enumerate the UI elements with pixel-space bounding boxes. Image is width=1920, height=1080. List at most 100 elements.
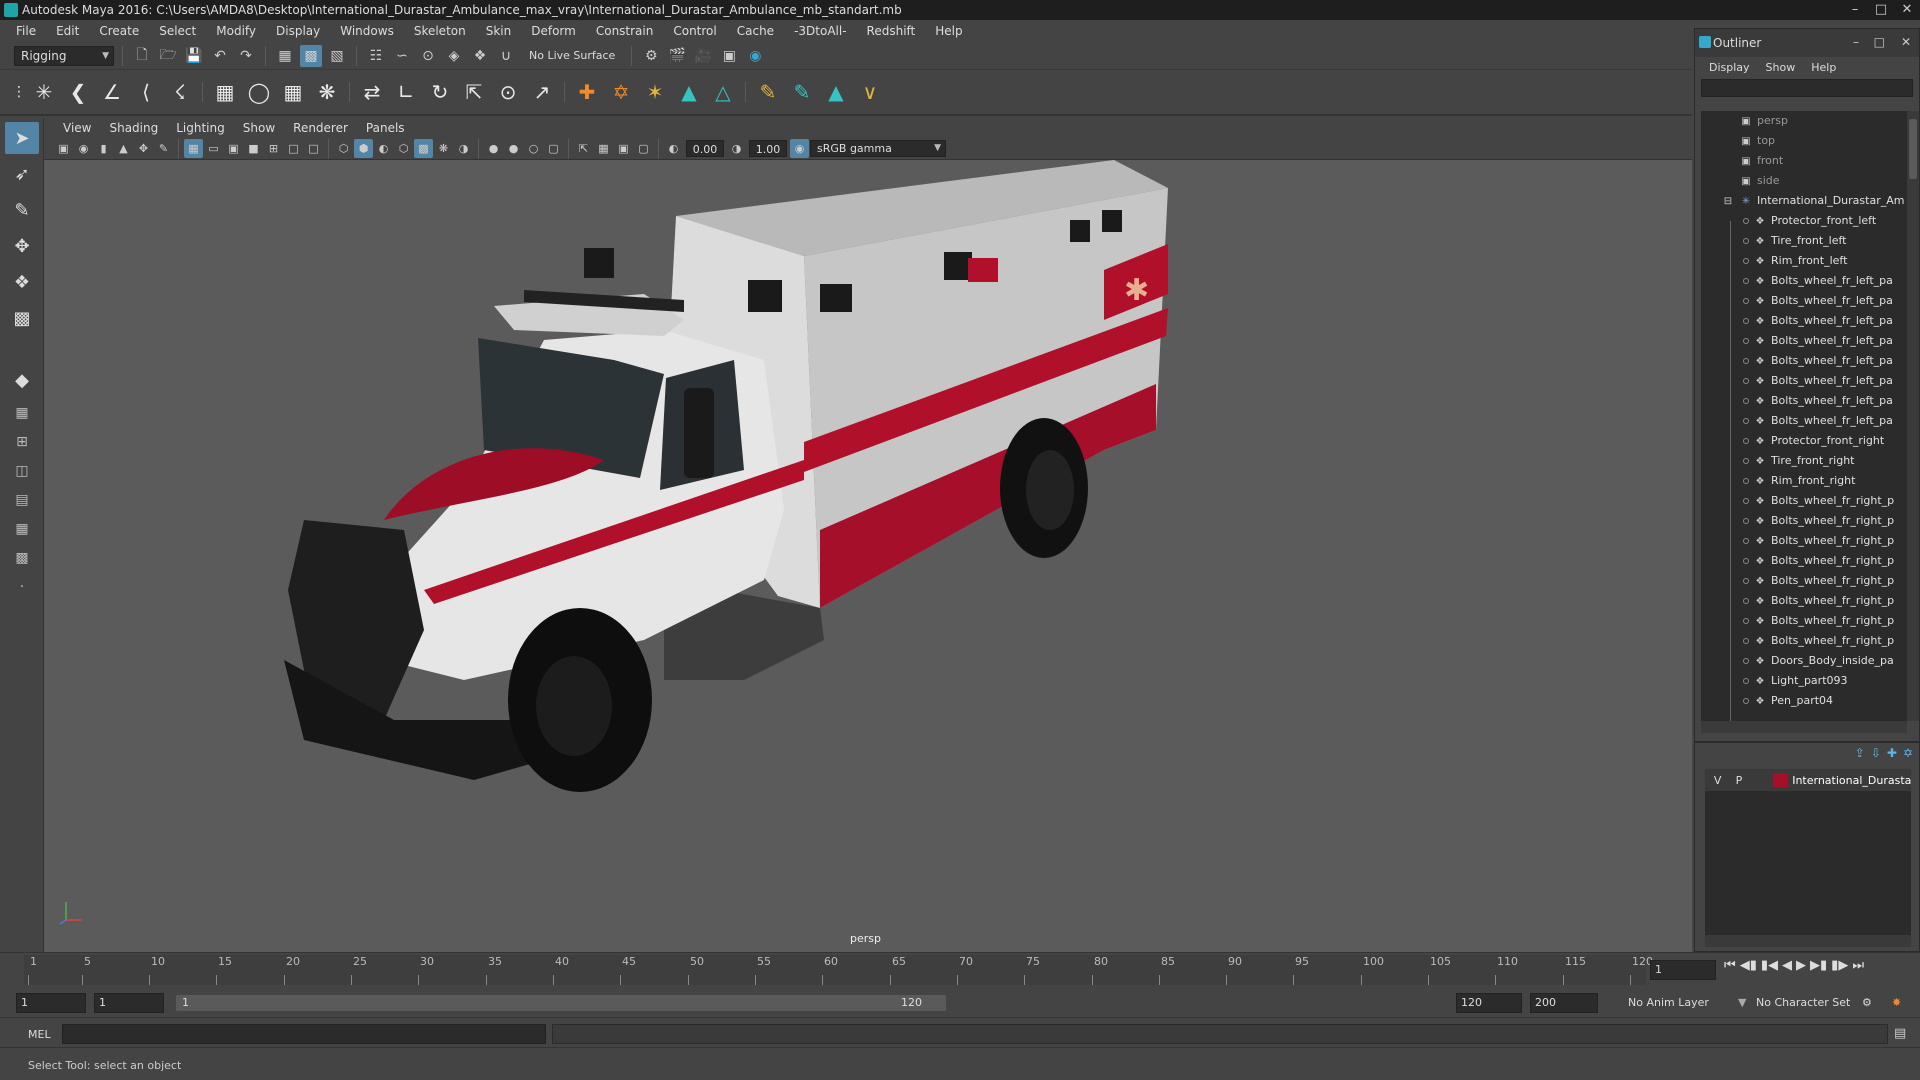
outliner-item[interactable]: ❖ Bolts_wheel_fr_right_p xyxy=(1701,571,1907,591)
select-component-icon[interactable]: ▧ xyxy=(326,45,348,67)
outliner-item[interactable]: ❖ Bolts_wheel_fr_left_pa xyxy=(1701,331,1907,351)
minimize-icon[interactable]: – xyxy=(1853,35,1859,49)
ik-spline-icon[interactable]: ∠ xyxy=(96,75,128,109)
menu-select[interactable]: Select xyxy=(149,24,206,38)
snap-grid-icon[interactable]: ☷ xyxy=(365,45,387,67)
viewport-menu-renderer[interactable]: Renderer xyxy=(284,121,357,135)
camera-select-icon[interactable]: ▣ xyxy=(54,139,73,158)
joint-locator-icon[interactable]: ✡ xyxy=(605,75,637,109)
playback-end-field[interactable]: 120 xyxy=(1456,993,1522,1013)
current-frame-field[interactable]: 1 xyxy=(1650,960,1716,980)
menu-deform[interactable]: Deform xyxy=(521,24,586,38)
render-settings-icon[interactable]: ⚙ xyxy=(640,45,662,67)
maximize-button[interactable]: □ xyxy=(1868,0,1894,20)
rotate-tool-icon[interactable]: ❖ xyxy=(5,266,39,298)
new-layer-icon[interactable]: ✚ xyxy=(1887,746,1897,760)
graph-layout-icon[interactable]: ▦ xyxy=(5,516,39,542)
outliner-layout-icon[interactable]: ▤ xyxy=(5,487,39,513)
move-layer-down-icon[interactable]: ⇩ xyxy=(1871,746,1881,760)
lasso-tool-icon[interactable]: ➶ xyxy=(5,158,39,190)
perspective-viewport[interactable]: ✱ persp xyxy=(44,160,1692,952)
menu-constrain[interactable]: Constrain xyxy=(586,24,664,38)
field-chart-icon[interactable]: ⊞ xyxy=(264,139,283,158)
menu-create[interactable]: Create xyxy=(89,24,149,38)
outliner-item[interactable]: ❖ Bolts_wheel_fr_left_pa xyxy=(1701,371,1907,391)
ik-handle-icon[interactable]: ❮ xyxy=(62,75,94,109)
outliner-item-front[interactable]: ▣ front xyxy=(1701,151,1907,171)
render-view-icon[interactable]: ▣ xyxy=(718,45,740,67)
aim-constraint-icon[interactable]: ⊙ xyxy=(492,75,524,109)
safe-action-icon[interactable]: □ xyxy=(284,139,303,158)
point-constraint-icon[interactable]: ∟ xyxy=(390,75,422,109)
outliner-item[interactable]: ❖ Bolts_wheel_fr_left_pa xyxy=(1701,351,1907,371)
anim-prefs-icon[interactable]: ✸ xyxy=(1892,996,1901,1009)
paint-select-icon[interactable]: ✎ xyxy=(5,194,39,226)
outliner-item[interactable]: ❖ Bolts_wheel_fr_right_p xyxy=(1701,511,1907,531)
xray-components-icon[interactable]: ▢ xyxy=(634,139,653,158)
hypershade-icon[interactable]: ◉ xyxy=(744,45,766,67)
viewport-menu-show[interactable]: Show xyxy=(234,121,284,135)
star-joint-icon[interactable]: ✶ xyxy=(639,75,671,109)
menu-cache[interactable]: Cache xyxy=(727,24,784,38)
ipr-render-icon[interactable]: 🎥 xyxy=(692,45,714,67)
layer-horizontal-scrollbar[interactable] xyxy=(1705,935,1911,947)
go-to-end-icon[interactable]: ⏭ xyxy=(1852,958,1864,973)
bookmark-icon[interactable]: ▮ xyxy=(94,139,113,158)
outliner-menu-show[interactable]: Show xyxy=(1758,61,1804,74)
two-pane-layout-icon[interactable]: ◫ xyxy=(5,458,39,484)
character-set-dropdown[interactable]: No Character Set xyxy=(1756,996,1850,1009)
gamma-field[interactable]: 1.00 xyxy=(749,140,787,157)
outliner-vertical-scrollbar[interactable] xyxy=(1907,111,1919,721)
redo-icon[interactable]: ↷ xyxy=(235,45,257,67)
undo-icon[interactable]: ↶ xyxy=(209,45,231,67)
parent-constraint-icon[interactable]: ⇄ xyxy=(356,75,388,109)
command-input[interactable] xyxy=(62,1024,546,1044)
ambient-occlusion-icon[interactable]: ● xyxy=(484,139,503,158)
scale-constraint-icon[interactable]: ⇱ xyxy=(458,75,490,109)
outliner-item[interactable]: ❖ Bolts_wheel_fr_right_p xyxy=(1701,631,1907,651)
scrollbar-thumb[interactable] xyxy=(1909,119,1917,179)
use-all-lights-icon[interactable]: ❋ xyxy=(434,139,453,158)
play-forwards-icon[interactable]: ▶ xyxy=(1796,958,1806,973)
move-layer-up-icon[interactable]: ⇪ xyxy=(1855,746,1865,760)
scale-tool-icon[interactable]: ▩ xyxy=(5,302,39,334)
hik-skeleton-icon[interactable]: ▲ xyxy=(673,75,705,109)
humanik-icon[interactable]: ☇ xyxy=(164,75,196,109)
menu-skin[interactable]: Skin xyxy=(476,24,522,38)
bind-skin-icon[interactable]: ▦ xyxy=(209,75,241,109)
select-tool-icon[interactable]: ➤ xyxy=(5,122,39,154)
joint-tool-icon[interactable]: ✳ xyxy=(28,75,60,109)
animation-start-field[interactable]: 1 xyxy=(16,993,86,1013)
outliner-item-persp[interactable]: ▣ persp xyxy=(1701,111,1907,131)
select-object-icon[interactable]: ▩ xyxy=(300,44,322,67)
four-pane-layout-icon[interactable]: ⊞ xyxy=(5,429,39,455)
shelf-menu-icon[interactable]: ⋮ xyxy=(12,75,26,109)
outliner-item[interactable]: ❖ Bolts_wheel_fr_right_p xyxy=(1701,551,1907,571)
outliner-item[interactable]: ❖ Bolts_wheel_fr_right_p xyxy=(1701,611,1907,631)
step-forward-frame-icon[interactable]: ▶▮ xyxy=(1810,958,1827,973)
new-layer-selected-icon[interactable]: ✡ xyxy=(1903,746,1913,760)
outliner-item[interactable]: ❖ Bolts_wheel_fr_right_p xyxy=(1701,491,1907,511)
viewport-menu-panels[interactable]: Panels xyxy=(357,121,414,135)
close-icon[interactable]: ✕ xyxy=(1901,35,1911,49)
snap-point-icon[interactable]: ⊙ xyxy=(417,45,439,67)
image-plane-icon[interactable]: ▲ xyxy=(114,139,133,158)
anim-layer-dropdown[interactable]: No Anim Layer xyxy=(1628,996,1709,1009)
step-back-key-icon[interactable]: ◀▮ xyxy=(1740,958,1757,973)
xray-icon[interactable]: ▦ xyxy=(594,139,613,158)
move-tool-icon[interactable]: ✥ xyxy=(5,230,39,262)
command-language-label[interactable]: MEL xyxy=(28,1028,51,1041)
smooth-skin-icon[interactable]: ◯ xyxy=(243,75,275,109)
shadows-icon[interactable]: ◑ xyxy=(454,139,473,158)
blend-shape-icon[interactable]: ✎ xyxy=(786,75,818,109)
hypershade-layout-icon[interactable]: ▩ xyxy=(5,545,39,571)
script-editor-icon[interactable]: ▤ xyxy=(1894,1026,1906,1041)
menu-help[interactable]: Help xyxy=(925,24,972,38)
range-slider[interactable]: 1 120 xyxy=(176,995,946,1011)
pole-vector-icon[interactable]: ↗ xyxy=(526,75,558,109)
anti-aliasing-icon[interactable]: ○ xyxy=(524,139,543,158)
menu-display[interactable]: Display xyxy=(266,24,330,38)
isolate-select-icon[interactable]: ⇱ xyxy=(574,139,593,158)
viewport-menu-view[interactable]: View xyxy=(54,121,100,135)
playback-start-field[interactable]: 1 xyxy=(94,993,164,1013)
